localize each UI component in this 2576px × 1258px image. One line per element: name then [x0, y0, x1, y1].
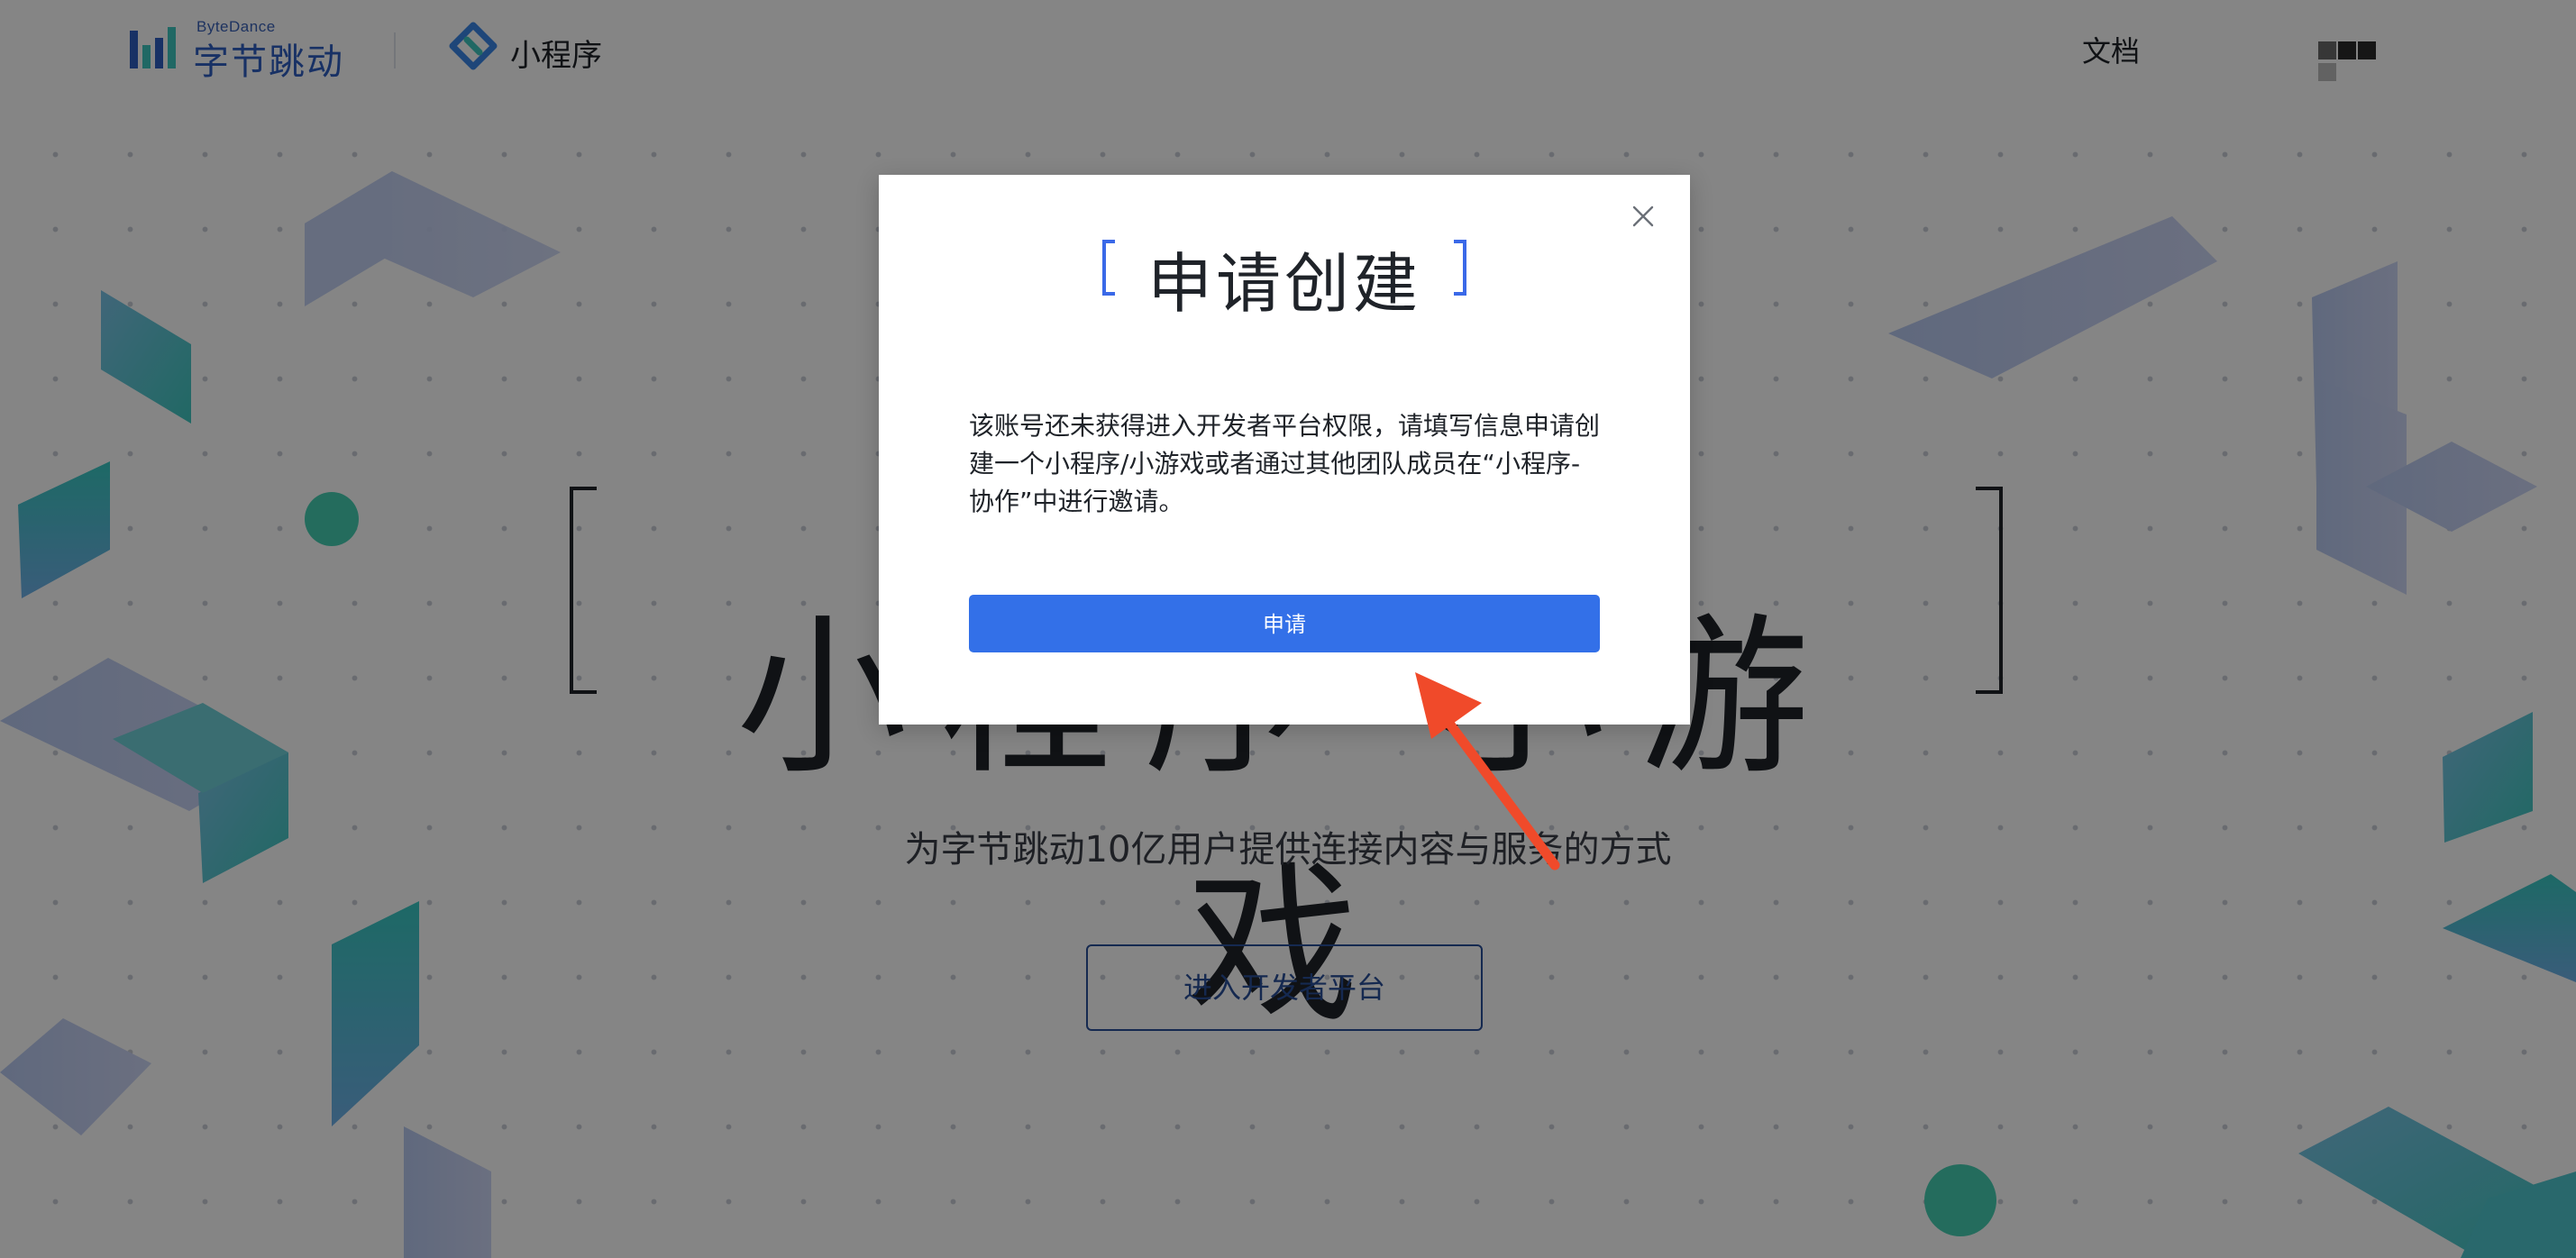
apply-button[interactable]: 申请 [969, 595, 1600, 652]
title-bracket-left [1101, 240, 1115, 296]
dialog-description: 该账号还未获得进入开发者平台权限，请填写信息申请创建一个小程序/小游戏或者通过其… [969, 411, 1601, 516]
dialog-title-row: 申请创建 [879, 231, 1690, 325]
close-icon[interactable] [1627, 200, 1659, 232]
apply-create-dialog: 申请创建 该账号还未获得进入开发者平台权限，请填写信息申请创建一个小程序/小游戏… [879, 175, 1690, 725]
red-arrow-annotation-icon [1415, 672, 1560, 871]
dialog-title-container: 申请创建 [1101, 231, 1466, 325]
title-bracket-right [1454, 240, 1466, 296]
dialog-title: 申请创建 [1146, 246, 1421, 322]
